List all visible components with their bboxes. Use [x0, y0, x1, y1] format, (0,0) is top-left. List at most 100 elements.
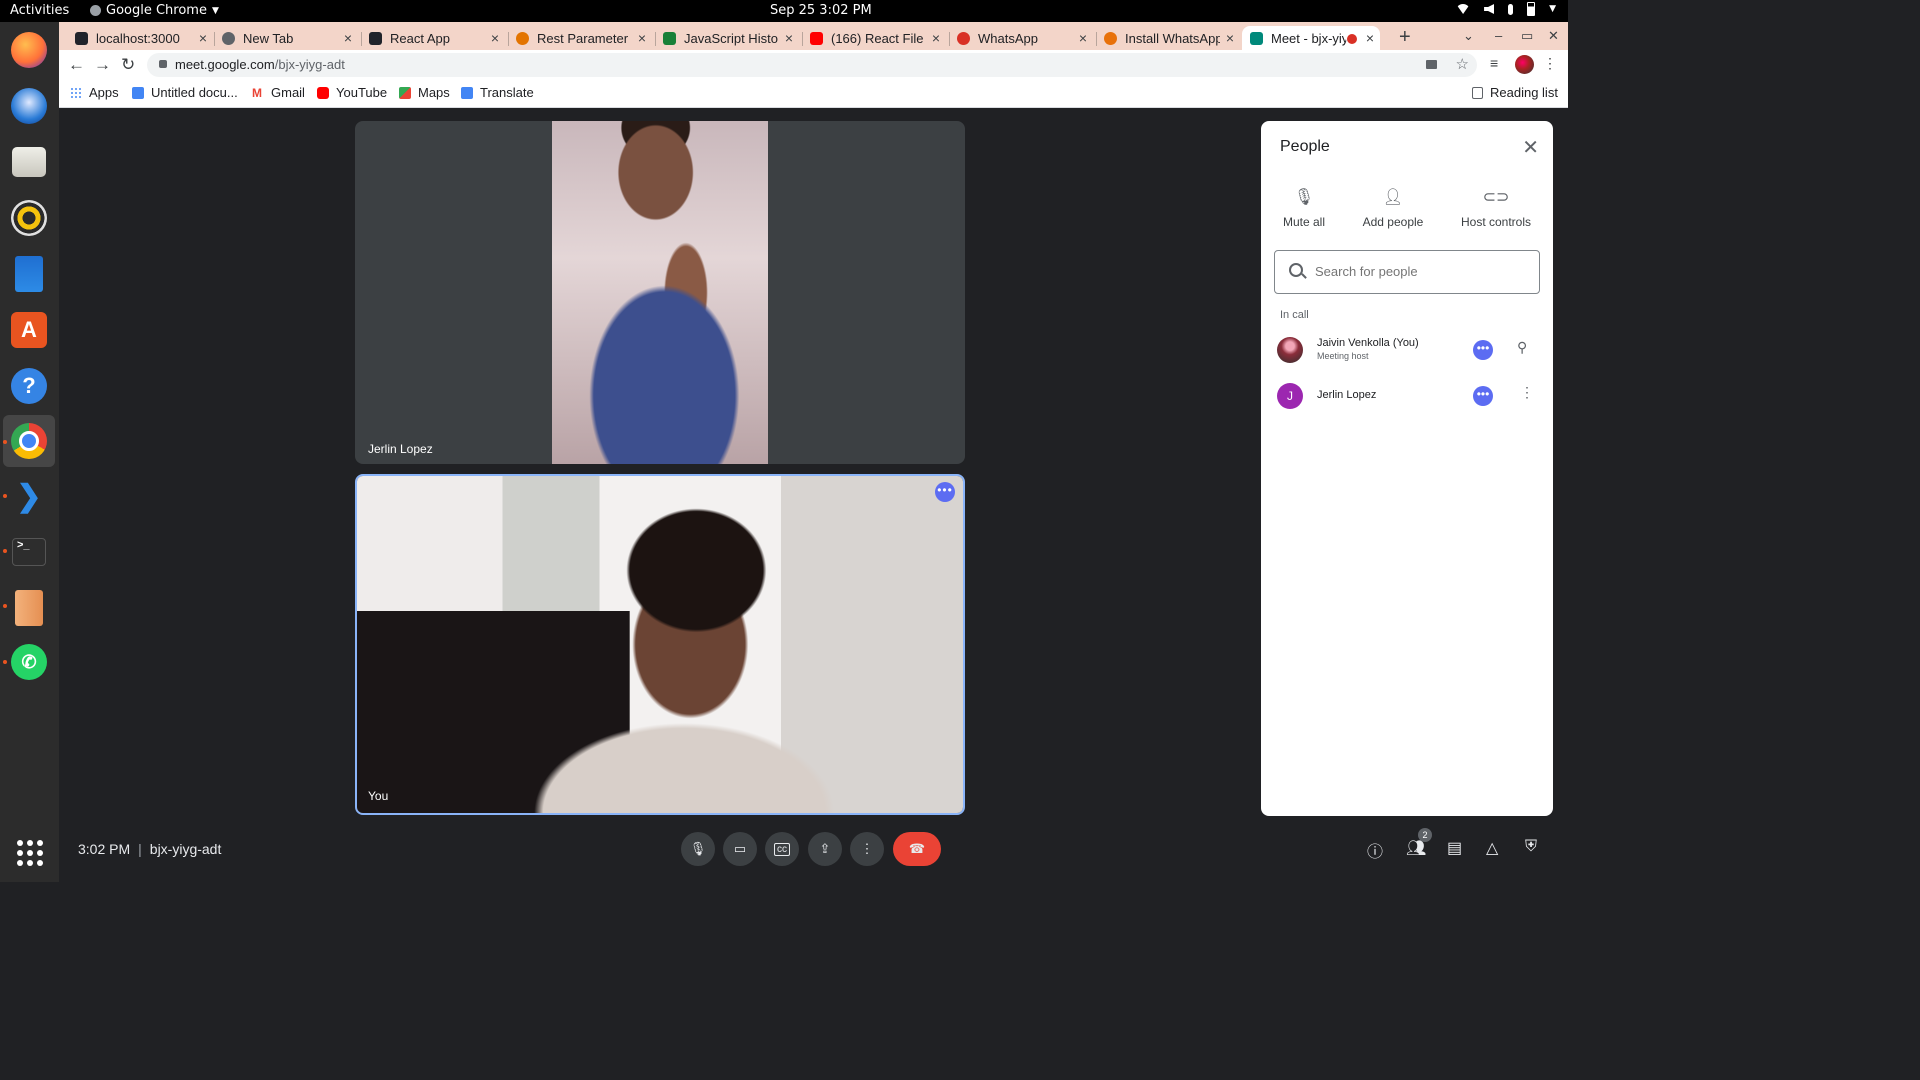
chrome-menu-icon[interactable]: ⋮	[1543, 55, 1557, 72]
translate-icon	[461, 86, 473, 99]
participant-more-button[interactable]: •••	[1473, 340, 1493, 360]
dock-files[interactable]	[9, 142, 49, 182]
more-vert-icon[interactable]: ⋮	[1520, 384, 1534, 401]
close-tab-icon[interactable]: ×	[638, 30, 646, 46]
close-tab-icon[interactable]: ×	[932, 30, 940, 46]
tab-title: Install WhatsApp	[1125, 30, 1220, 46]
system-clock[interactable]: Sep 25 3:02 PM	[770, 3, 872, 18]
close-tab-icon[interactable]: ×	[491, 30, 499, 46]
camera-button[interactable]: ▭	[723, 832, 757, 866]
more-options-button[interactable]: ⋮	[850, 832, 884, 866]
meeting-info: 3:02 PM | bjx-yiyg-adt	[78, 841, 222, 857]
system-tray[interactable]: ▼	[1456, 2, 1556, 16]
dock-whatsapp[interactable]: ✆	[9, 642, 49, 682]
address-bar[interactable]: meet.google.com/bjx-yiyg-adt ☆	[147, 53, 1477, 77]
back-arrow-icon[interactable]: ←	[68, 55, 85, 75]
close-panel-icon[interactable]: ✕	[1522, 135, 1539, 160]
participant-tile-remote[interactable]: Jerlin Lopez	[355, 121, 965, 464]
dock-archive[interactable]	[9, 588, 49, 628]
more-vert-icon: ⋮	[860, 841, 874, 856]
host-controls-icon[interactable]: ⛨	[1525, 838, 1537, 856]
bookmark-maps[interactable]: Maps	[399, 85, 450, 100]
tile-more-options-button[interactable]: •••	[935, 482, 955, 502]
reading-list-button[interactable]: Reading list	[1472, 85, 1558, 100]
browser-tab[interactable]: localhost:3000 ×	[75, 26, 207, 50]
pin-icon[interactable]: ⚲	[1517, 339, 1527, 356]
system-menu-chevron-icon: ▼	[1549, 4, 1556, 14]
meeting-details-icon[interactable]: ⓘ	[1367, 838, 1383, 862]
microphone-button[interactable]: 🎙︎	[681, 832, 715, 866]
dock-terminal[interactable]: >_	[9, 532, 49, 572]
browser-tab-active[interactable]: Meet - bjx-yiy ×	[1242, 26, 1380, 50]
close-window-icon[interactable]: ✕	[1548, 28, 1559, 44]
meeting-code[interactable]: bjx-yiyg-adt	[150, 841, 222, 857]
bookmark-translate[interactable]: Translate	[461, 85, 534, 100]
app-menu[interactable]: Google Chrome ▼	[90, 3, 219, 18]
bookmark-gmail[interactable]: M Gmail	[252, 85, 305, 100]
dock-chrome[interactable]	[3, 415, 55, 467]
tab-search-icon[interactable]: ⌄	[1463, 28, 1474, 44]
bookmark-youtube[interactable]: YouTube	[317, 85, 387, 100]
show-applications-icon[interactable]	[17, 840, 43, 866]
present-screen-button[interactable]: ⇪	[808, 832, 842, 866]
bookmark-label: Maps	[418, 85, 450, 100]
close-tab-icon[interactable]: ×	[199, 30, 207, 46]
activities-button[interactable]: Activities	[10, 3, 69, 18]
meet-favicon-icon	[1250, 31, 1263, 45]
section-heading: In call	[1280, 309, 1309, 321]
captions-button[interactable]: cc	[765, 832, 799, 866]
dock-firefox[interactable]	[9, 30, 49, 70]
person-add-icon: 👤︎	[1382, 189, 1404, 206]
participant-tile-self[interactable]: ••• You	[355, 474, 965, 815]
close-tab-icon[interactable]: ×	[1226, 30, 1234, 46]
minimize-icon[interactable]: –	[1495, 28, 1502, 43]
bookmark-star-icon[interactable]: ☆	[1456, 55, 1469, 73]
restore-icon[interactable]: ▭	[1521, 28, 1533, 44]
close-tab-icon[interactable]: ×	[1079, 30, 1087, 46]
dock-writer[interactable]	[9, 254, 49, 294]
new-tab-button[interactable]: +	[1399, 26, 1411, 49]
activities-icon[interactable]: △	[1486, 838, 1498, 858]
bookmark-apps[interactable]: Apps	[70, 85, 119, 100]
dock-vscode[interactable]: ❯	[9, 476, 49, 516]
chrome-icon	[11, 423, 47, 459]
participant-row[interactable]: Jaivin Venkolla (You) Meeting host ••• ⚲	[1277, 333, 1547, 369]
browser-tab[interactable]: Rest Parameter a ×	[516, 26, 646, 50]
profile-avatar[interactable]	[1515, 55, 1534, 74]
dock-help[interactable]: ?	[9, 366, 49, 406]
media-control-icon[interactable]: ≡	[1490, 55, 1498, 71]
search-input[interactable]	[1313, 263, 1527, 280]
chat-icon[interactable]: ▤	[1447, 838, 1462, 858]
browser-tab[interactable]: WhatsApp ×	[957, 26, 1087, 50]
participant-row[interactable]: J Jerlin Lopez ••• ⋮	[1277, 379, 1547, 415]
browser-tab[interactable]: New Tab ×	[222, 26, 352, 50]
close-tab-icon[interactable]: ×	[1366, 30, 1374, 46]
host-controls-button[interactable]: ⊂⊃ Host controls	[1451, 187, 1541, 229]
bookmark-label: YouTube	[336, 85, 388, 100]
tab-title: Meet - bjx-yiy	[1271, 30, 1349, 46]
search-people-field[interactable]	[1274, 250, 1540, 294]
browser-tab[interactable]: JavaScript Histo ×	[663, 26, 793, 50]
close-tab-icon[interactable]: ×	[344, 30, 352, 46]
browser-tab[interactable]: React App ×	[369, 26, 499, 50]
lock-icon[interactable]	[159, 60, 167, 68]
dock-thunderbird[interactable]	[9, 86, 49, 126]
close-tab-icon[interactable]: ×	[785, 30, 793, 46]
mic-off-icon: 🎙︎	[1293, 189, 1315, 206]
bookmark-docs[interactable]: Untitled docu...	[132, 85, 238, 100]
reload-icon[interactable]: ↻	[121, 55, 135, 75]
meet-stage: Jerlin Lopez ••• You People ✕ 🎙︎ Mute al…	[59, 108, 1568, 882]
browser-tab[interactable]: (166) React File U ×	[810, 26, 940, 50]
add-people-button[interactable]: 👤︎ Add people	[1348, 187, 1438, 229]
forward-arrow-icon[interactable]: →	[94, 55, 111, 75]
participant-more-button[interactable]: •••	[1473, 386, 1493, 406]
leave-call-button[interactable]: ☎	[893, 832, 941, 866]
dock-software[interactable]: A	[9, 310, 49, 350]
dock-rhythmbox[interactable]	[9, 198, 49, 238]
browser-tab[interactable]: Install WhatsApp ×	[1104, 26, 1234, 50]
participant-count-badge: 2	[1418, 828, 1432, 842]
camera-in-use-icon[interactable]	[1426, 60, 1437, 69]
bookmark-label: Translate	[480, 85, 534, 100]
mute-all-button[interactable]: 🎙︎ Mute all	[1259, 187, 1349, 229]
url-text[interactable]: meet.google.com/bjx-yiyg-adt	[175, 57, 345, 72]
